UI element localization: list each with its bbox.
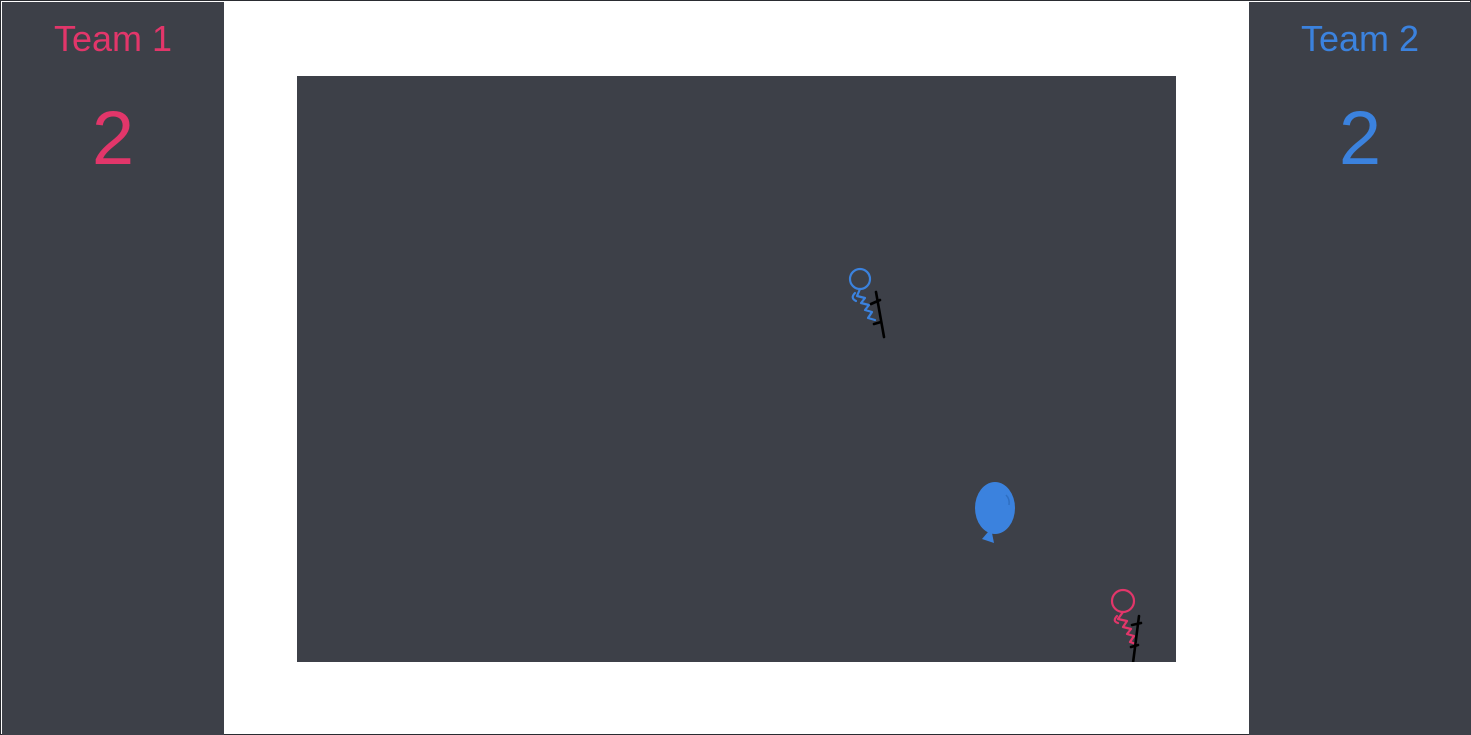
team-1-name: Team 1	[53, 18, 173, 59]
player-arm	[851, 291, 858, 303]
team-1-score: 2	[91, 96, 135, 181]
team-2-player	[848, 267, 886, 339]
team-2-panel: Team 2 2	[1249, 2, 1471, 735]
balloon-icon	[975, 482, 1015, 543]
player-body	[1116, 610, 1138, 646]
team-2-name: Team 2	[1300, 18, 1420, 59]
team-1-player	[1110, 588, 1143, 662]
player-head	[1110, 588, 1136, 614]
pogo-stick	[869, 290, 886, 339]
arena-canvas	[848, 267, 1143, 662]
game-arena[interactable]	[297, 76, 1176, 662]
team-1-panel: Team 1 2	[2, 2, 224, 735]
player-head	[848, 267, 872, 291]
team-2-score: 2	[1338, 96, 1382, 181]
game-frame: Team 1 2 Team 2 2	[0, 0, 1471, 735]
